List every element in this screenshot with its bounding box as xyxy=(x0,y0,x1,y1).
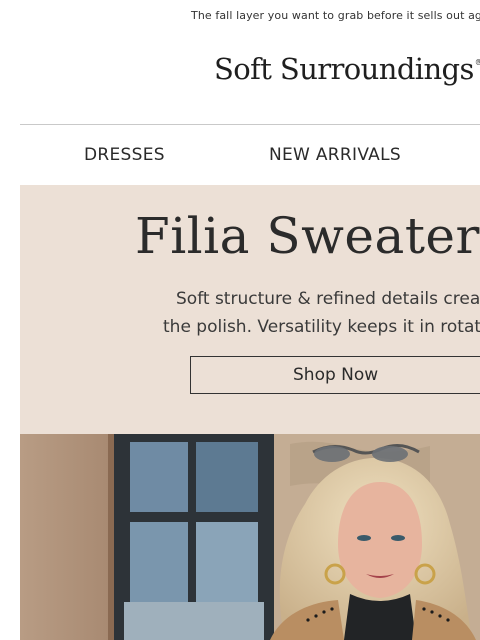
preheader-text: The fall layer you want to grab before i… xyxy=(191,9,480,22)
shop-now-button[interactable]: Shop Now xyxy=(190,356,480,394)
hero-banner: Filia Sweater Vest Soft structure & refi… xyxy=(20,185,480,434)
nav-item-new-arrivals[interactable]: NEW ARRIVALS xyxy=(269,145,401,165)
main-nav: DRESSES NEW ARRIVALS xyxy=(20,125,480,185)
product-photo[interactable] xyxy=(20,434,480,640)
hero-copy-line: the polish. Versatility keeps it in rota… xyxy=(163,317,480,337)
logo-wordmark: Soft Surroundings xyxy=(214,52,474,86)
preheader: The fall layer you want to grab before i… xyxy=(0,0,480,32)
nav-item-dresses[interactable]: DRESSES xyxy=(84,145,165,165)
registered-mark: ® xyxy=(474,58,480,67)
brand-logo[interactable]: Soft Surroundings® xyxy=(214,52,480,102)
hero-title: Filia Sweater Vest xyxy=(135,207,480,265)
model-photo-illustration xyxy=(20,434,480,640)
hero-copy-line: Soft structure & refined details create xyxy=(176,289,480,309)
